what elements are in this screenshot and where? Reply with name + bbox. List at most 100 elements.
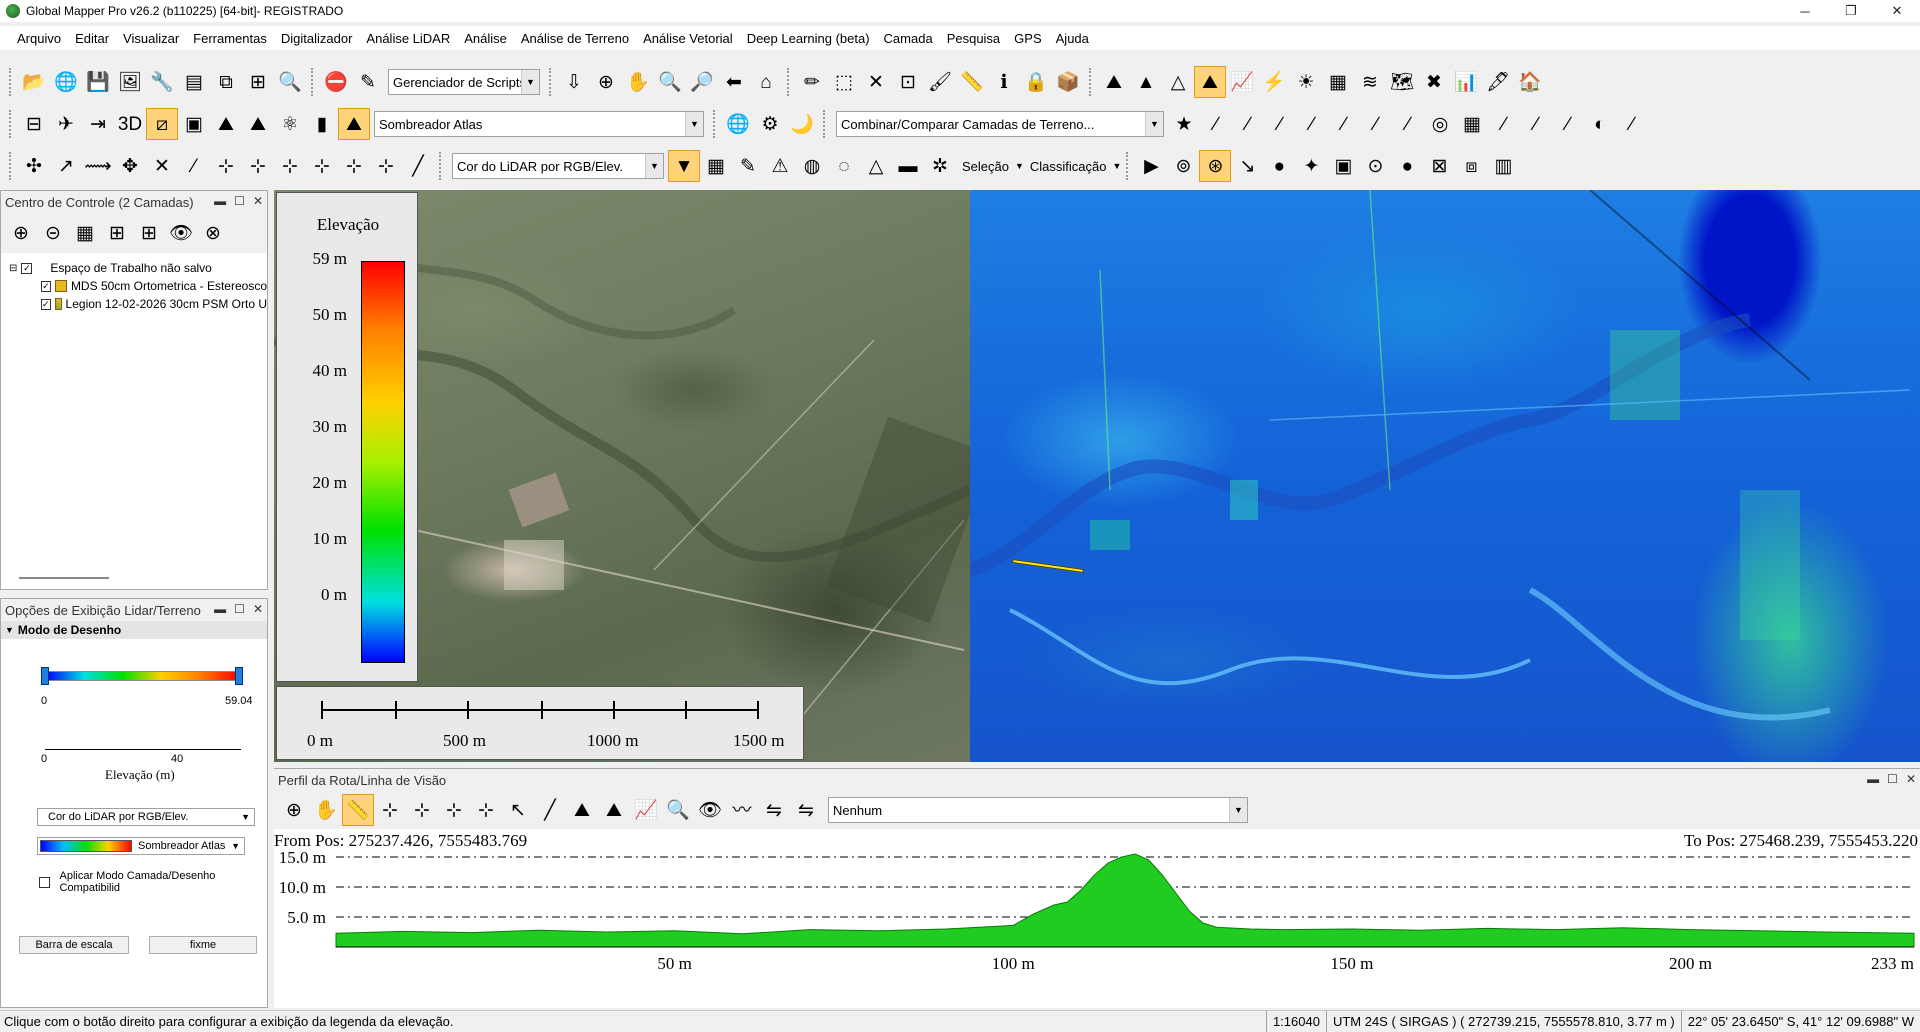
toolbar-icon-button[interactable]: ⊞ [242, 66, 274, 98]
toolbar-icon-button[interactable]: 📈 [630, 794, 662, 826]
pin-icon[interactable]: ▬ [214, 602, 226, 616]
toolbar-icon-button[interactable]: ✲ [924, 150, 956, 182]
toolbar-icon-button[interactable]: ⊛ [1199, 150, 1232, 182]
toolbar-icon-button[interactable]: ⊹ [338, 150, 370, 182]
toolbar-icon-button[interactable]: ∕ [1360, 108, 1392, 140]
toolbar-icon-button[interactable]: ⁄ [178, 150, 210, 182]
toolbar-icon-button[interactable]: ↘ [1231, 150, 1263, 182]
scale-bar[interactable]: 0 m 500 m 1000 m 1500 m [276, 686, 804, 760]
toolbar-icon-button[interactable]: 👁 [694, 794, 726, 826]
toolbar-icon-button[interactable]: ∕ [1296, 108, 1328, 140]
toolbar-icon-button[interactable]: △ [1162, 66, 1194, 98]
toolbar-grip[interactable] [311, 68, 315, 96]
toolbar-icon-button[interactable]: ℹ [988, 66, 1020, 98]
toolbar-icon-button[interactable]: ∕ [1392, 108, 1424, 140]
toolbar-icon-button[interactable]: ◌ [828, 150, 860, 182]
toolbar-icon-button[interactable]: 🔧 [146, 66, 178, 98]
toolbar-icon-button[interactable]: ▤ [178, 66, 210, 98]
shader-dropdown[interactable]: Sombreador Atlas ▼ [374, 111, 704, 137]
toolbar-icon-button[interactable]: ▦ [1322, 66, 1354, 98]
close-icon[interactable]: ✕ [253, 194, 263, 208]
toolbar-icon-button[interactable]: ✈ [50, 108, 82, 140]
toolbar-icon-button[interactable]: 🖼 [114, 66, 146, 98]
lidar-color-dropdown[interactable]: Cor do LiDAR por RGB/Elev. ▼ [452, 153, 664, 179]
toolbar-icon-button[interactable]: ✖ [1418, 66, 1450, 98]
profile-overlay-dropdown[interactable]: Nenhum ▼ [828, 797, 1248, 823]
close-button[interactable]: ✕ [1874, 0, 1920, 22]
toolbar-icon-button[interactable]: ⊹ [438, 794, 470, 826]
toolbar-icon-button[interactable]: ∕ [1264, 108, 1296, 140]
toolbar-icon-button[interactable]: ⛰ [210, 108, 242, 140]
layer-checkbox[interactable]: ✓ [41, 280, 51, 292]
menu-item[interactable]: Arquivo [10, 31, 68, 46]
toolbar-grip[interactable] [439, 152, 443, 180]
toolbar-icon-button[interactable]: ⊹ [274, 150, 306, 182]
toolbar-icon-button[interactable]: ⧄ [146, 108, 178, 140]
toolbar-icon-button[interactable]: 📈 [1226, 66, 1258, 98]
toolbar-icon-button[interactable]: ⊚ [1167, 150, 1199, 182]
toolbar-icon-button[interactable]: ⊹ [470, 794, 502, 826]
elevation-profile-chart[interactable]: From Pos: 275237.426, 7555483.769 To Pos… [274, 829, 1920, 1009]
scale-bar-button[interactable]: Barra de escala [19, 936, 129, 954]
toolbar-icon-button[interactable]: △ [860, 150, 892, 182]
toolbar-icon-button[interactable]: ▣ [1327, 150, 1359, 182]
script-manager-dropdown[interactable]: Gerenciador de Scripts Fav ▼ [388, 69, 540, 95]
toolbar-icon-button[interactable]: ∕ [1520, 108, 1552, 140]
toolbar-icon-button[interactable]: ⊕ [5, 217, 37, 249]
toolbar-icon-button[interactable]: ⛔ [320, 66, 352, 98]
toolbar-icon-button[interactable]: ⛰ [1194, 66, 1226, 98]
toolbar-icon-button[interactable]: 📦 [1052, 66, 1084, 98]
workspace-checkbox[interactable]: ✓ [21, 262, 33, 274]
toolbar-icon-button[interactable]: ⬚ [828, 66, 860, 98]
toolbar-icon-button[interactable]: ⛰ [566, 794, 598, 826]
menu-item[interactable]: Deep Learning (beta) [740, 31, 877, 46]
toolbar-icon-button[interactable]: ⊹ [406, 794, 438, 826]
toolbar-icon-button[interactable]: 🌐 [722, 108, 754, 140]
shader-select[interactable]: Sombreador Atlas ▼ [37, 837, 245, 855]
toolbar-icon-button[interactable]: ☀ [1290, 66, 1322, 98]
toolbar-icon-button[interactable]: 🖋 [1482, 66, 1514, 98]
toolbar-icon-button[interactable]: ✕ [146, 150, 178, 182]
apply-compat-checkbox[interactable] [39, 876, 50, 888]
toolbar-icon-button[interactable]: 📊 [1450, 66, 1482, 98]
menu-item[interactable]: Análise [457, 31, 514, 46]
toolbar-icon-button[interactable]: ⬅ [718, 66, 750, 98]
toolbar-icon-button[interactable]: 🏠 [1514, 66, 1546, 98]
elevation-legend[interactable]: Elevação 59 m 50 m 40 m 30 m 20 m 10 m 0… [276, 192, 418, 682]
menu-item[interactable]: Análise Vetorial [636, 31, 740, 46]
toolbar-icon-button[interactable]: ⚠ [764, 150, 796, 182]
toolbar-icon-button[interactable]: ✎ [732, 150, 764, 182]
toolbar-icon-button[interactable]: ∕ [1488, 108, 1520, 140]
pin-icon[interactable]: ▬ [1867, 772, 1879, 786]
toolbar-icon-button[interactable]: ● [1391, 150, 1423, 182]
menu-item[interactable]: Pesquisa [940, 31, 1007, 46]
layer-checkbox[interactable]: ✓ [41, 298, 51, 310]
color-mode-dropdown[interactable]: Cor do LiDAR por RGB/Elev. ▼ [37, 808, 255, 826]
toolbar-icon-button[interactable]: ⊹ [370, 150, 402, 182]
toolbar-icon-button[interactable]: ⇋ [758, 794, 790, 826]
collapse-icon[interactable]: ⊟ [9, 263, 17, 274]
toolbar-icon-button[interactable]: 🔍 [274, 66, 306, 98]
toolbar-icon-button[interactable]: ⇋ [790, 794, 822, 826]
combine-layers-dropdown[interactable]: Combinar/Comparar Camadas de Terreno... ▼ [836, 111, 1164, 137]
layer-item[interactable]: ✓ Legion 12-02-2026 30cm PSM Orto U [1, 295, 267, 313]
toolbar-icon-button[interactable]: 👁 [165, 217, 197, 249]
menu-item[interactable]: Camada [877, 31, 940, 46]
toolbar-icon-button[interactable]: ∕ [1328, 108, 1360, 140]
toolbar-icon-button[interactable]: 🌙 [786, 108, 818, 140]
toolbar-icon-button[interactable]: ⧈ [1455, 150, 1487, 182]
toolbar-grip[interactable] [1126, 152, 1130, 180]
toolbar-icon-button[interactable]: ▦ [1456, 108, 1488, 140]
close-icon[interactable]: ✕ [1906, 772, 1916, 786]
restore-icon[interactable]: ☐ [234, 194, 245, 208]
toolbar-icon-button[interactable]: ⊕ [590, 66, 622, 98]
menu-item[interactable]: Ferramentas [186, 31, 274, 46]
toolbar-icon-button[interactable]: ▦ [69, 217, 101, 249]
toolbar-icon-button[interactable]: ▶ [1135, 150, 1167, 182]
toolbar-icon-button[interactable]: ⊗ [197, 217, 229, 249]
toolbar-icon-button[interactable]: 🌐 [50, 66, 82, 98]
toolbar-icon-button[interactable]: ∕ [1552, 108, 1584, 140]
toolbar-icon-button[interactable]: ✣ [18, 150, 50, 182]
layer-item[interactable]: ✓ MDS 50cm Ortometrica - Estereosco [1, 277, 267, 295]
toolbar-icon-button[interactable]: ✎ [352, 66, 384, 98]
